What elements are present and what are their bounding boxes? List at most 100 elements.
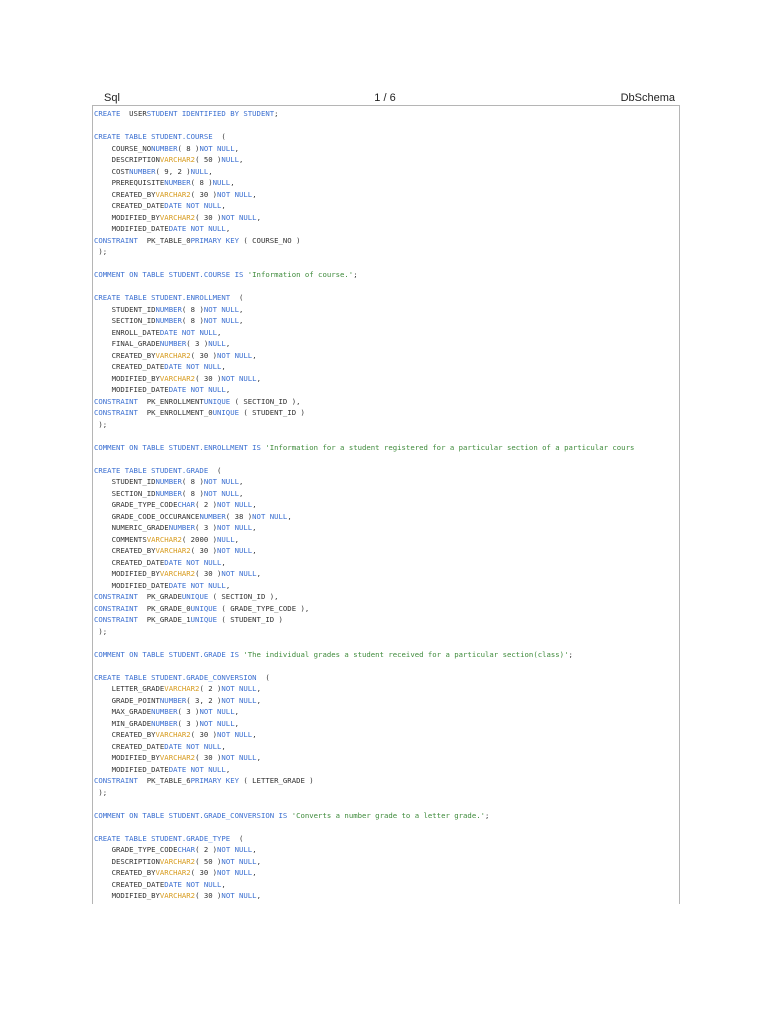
- text-token: PK_TABLE_6: [146, 776, 191, 785]
- text-token: MODIFIED_BY: [94, 212, 160, 222]
- text-token: GRADE_CODE_OCCURANCE: [94, 511, 200, 521]
- text-token: MODIFIED_BY: [94, 373, 160, 383]
- text-token: ,: [234, 534, 240, 544]
- type-token: VARCHAR2: [155, 730, 191, 739]
- keyword-token: DATE NOT NULL: [164, 201, 222, 210]
- keyword-token: DATE NOT NULL: [164, 741, 222, 751]
- text-token: ( 2 ): [199, 684, 222, 693]
- text-token: ( 8 ): [177, 143, 200, 153]
- text-token: SECTION_ID: [94, 316, 156, 325]
- code-line: CREATE TABLE STUDENT.GRADE (: [94, 465, 679, 477]
- text-token: NUMERIC_GRADE: [94, 523, 169, 532]
- code-line: MODIFIED_DATEDATE NOT NULL,: [94, 384, 679, 396]
- code-line: STUDENT_IDNUMBER( 8 )NOT NULL,: [94, 304, 679, 316]
- text-token: ;: [353, 270, 358, 279]
- text-token: ( 3 ): [177, 707, 200, 716]
- code-line: MODIFIED_BYVARCHAR2( 30 )NOT NULL,: [94, 568, 679, 580]
- text-token: (: [265, 672, 270, 682]
- keyword-token: COMMENT ON TABLE STUDENT.COURSE IS: [94, 270, 248, 279]
- keyword-token: NOT NULL: [203, 316, 239, 325]
- keyword-token: NOT NULL: [217, 845, 253, 854]
- text-token: ,: [239, 316, 244, 325]
- text-token: ( 30 ): [195, 753, 222, 762]
- text-token: ,: [234, 718, 240, 728]
- keyword-token: CONSTRAINT: [94, 592, 147, 601]
- text-token: ,: [221, 201, 226, 210]
- text-token: ,: [256, 891, 261, 900]
- type-token: VARCHAR2: [155, 868, 191, 877]
- text-token: MODIFIED_BY: [94, 753, 160, 762]
- keyword-token: PRIMARY KEY: [190, 776, 239, 785]
- type-token: VARCHAR2: [155, 350, 191, 360]
- keyword-token: NUMBER: [159, 695, 187, 705]
- text-token: ENROLL_DATE: [94, 327, 160, 337]
- text-token: ( 3 ): [186, 339, 209, 348]
- keyword-token: NOT NULL: [199, 707, 235, 716]
- code-line: CREATED_DATEDATE NOT NULL,: [94, 557, 679, 569]
- keyword-token: NULL: [190, 166, 209, 176]
- keyword-token: NULL: [212, 178, 231, 187]
- keyword-token: DATE NOT NULL: [168, 580, 226, 590]
- text-token: ,: [239, 304, 244, 314]
- string-token: 'Information for a student registered fo…: [265, 442, 635, 452]
- keyword-token: PRIMARY KEY: [190, 235, 239, 245]
- page-header: Sql 1 / 6 DbSchema: [92, 92, 678, 104]
- keyword-token: CREATE: [94, 109, 130, 118]
- code-line: );: [94, 787, 679, 799]
- text-token: ( 38 ): [225, 511, 253, 521]
- code-line: CONSTRAINT PK_ENROLLMENT_0UNIQUE ( STUDE…: [94, 407, 679, 419]
- text-token: CREATED_DATE: [94, 201, 165, 210]
- code-line: FINAL_GRADENUMBER( 3 )NULL,: [94, 338, 679, 350]
- text-token: COST: [94, 166, 130, 176]
- code-line: GRADE_TYPE_CODECHAR( 2 )NOT NULL,: [94, 499, 679, 511]
- text-token: ,: [256, 569, 261, 578]
- keyword-token: NUMBER: [164, 178, 191, 187]
- keyword-token: NOT NULL: [199, 143, 235, 153]
- text-token: );: [94, 787, 108, 797]
- text-token: ,: [256, 212, 261, 222]
- text-token: COURSE_NO: [94, 143, 152, 153]
- text-token: MODIFIED_BY: [94, 569, 160, 578]
- code-line: CREATE TABLE STUDENT.GRADE_TYPE (: [94, 833, 679, 845]
- type-token: VARCHAR2: [159, 753, 196, 762]
- text-token: CREATED_BY: [94, 868, 156, 877]
- type-token: VARCHAR2: [159, 891, 196, 900]
- keyword-token: NOT NULL: [217, 730, 253, 739]
- keyword-token: CREATE TABLE STUDENT.ENROLLMENT: [94, 293, 239, 302]
- text-token: ,: [230, 178, 235, 187]
- text-token: ,: [256, 373, 261, 383]
- keyword-token: COMMENT ON TABLE STUDENT.ENROLLMENT IS: [94, 442, 266, 452]
- code-line: DESCRIPTIONVARCHAR2( 50 )NOT NULL,: [94, 856, 679, 868]
- text-token: ( 30 ): [190, 730, 218, 739]
- code-line: CREATE TABLE STUDENT.COURSE (: [94, 131, 679, 143]
- page-number: 1 / 6: [374, 92, 396, 104]
- text-token: MIN_GRADE: [94, 718, 152, 728]
- text-token: ,: [252, 523, 257, 532]
- text-token: );: [94, 626, 108, 636]
- text-token: ( 9, 2 ): [155, 166, 191, 176]
- code-line: DESCRIPTIONVARCHAR2( 50 )NULL,: [94, 154, 679, 166]
- text-token: CREATED_DATE: [94, 362, 165, 371]
- keyword-token: NULL: [217, 534, 235, 544]
- text-token: ( 8 ): [181, 477, 204, 486]
- text-token: ( STUDENT_ID ): [238, 408, 305, 417]
- text-token: ,: [234, 143, 240, 153]
- text-token: LETTER_GRADE: [94, 684, 165, 693]
- string-token: 'Information of course.': [247, 270, 354, 279]
- text-token: USER: [129, 109, 147, 118]
- keyword-token: CONSTRAINT: [94, 408, 147, 417]
- keyword-token: CONSTRAINT: [94, 615, 147, 624]
- code-line: SECTION_IDNUMBER( 8 )NOT NULL,: [94, 315, 679, 327]
- app-name-label: DbSchema: [620, 92, 675, 104]
- code-line: COSTNUMBER( 9, 2 )NULL,: [94, 166, 679, 178]
- type-token: VARCHAR2: [159, 155, 196, 164]
- code-line: COMMENT ON TABLE STUDENT.GRADE IS 'The i…: [94, 649, 679, 661]
- keyword-token: CHAR: [177, 500, 196, 509]
- string-token: 'Converts a number grade to a letter gra…: [291, 810, 485, 820]
- text-token: DESCRIPTION: [94, 155, 160, 164]
- text-token: ( 3 ): [177, 718, 200, 728]
- text-token: ( LETTER_GRADE ): [238, 776, 314, 785]
- keyword-token: DATE NOT NULL: [164, 879, 222, 889]
